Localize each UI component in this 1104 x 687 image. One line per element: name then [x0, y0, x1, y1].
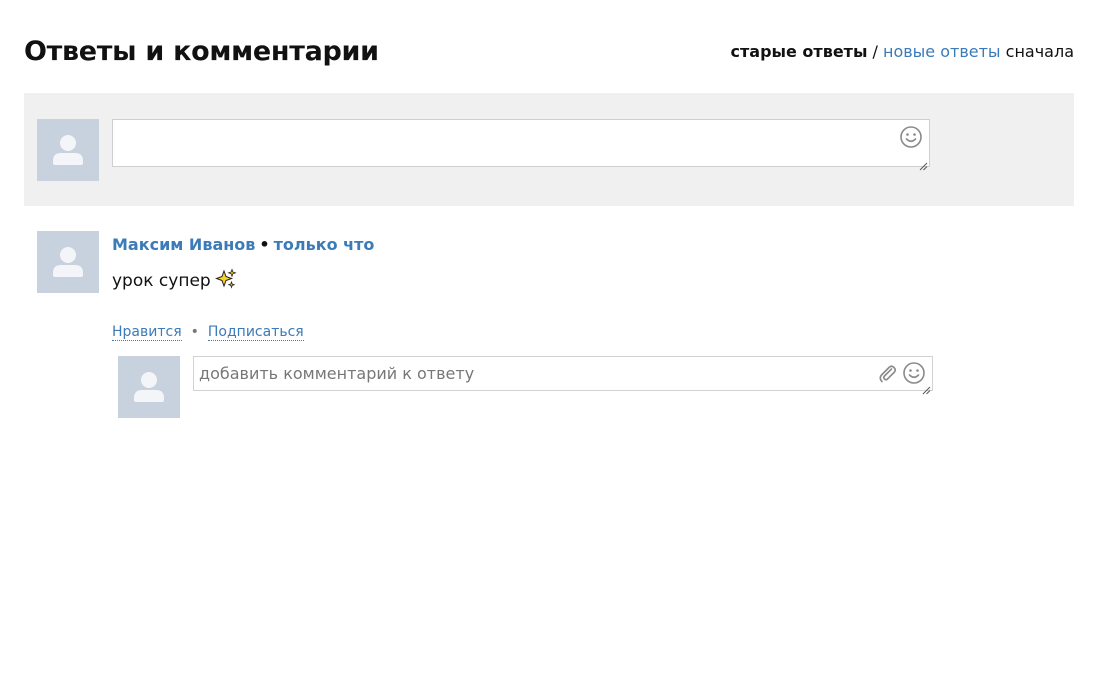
user-avatar-icon	[37, 119, 99, 181]
comments-header: Ответы и комментарии старые ответы / нов…	[24, 34, 1074, 74]
answer-textarea[interactable]	[112, 119, 930, 171]
answer-meta: Максим Иванов • только что	[112, 235, 374, 254]
sort-suffix: сначала	[1000, 42, 1074, 61]
author-avatar-icon	[37, 231, 99, 293]
sort-newest-link[interactable]: новые ответы	[883, 42, 1001, 61]
answer-text: урок супер	[112, 268, 237, 295]
answer-text-content: урок супер	[112, 271, 211, 291]
meta-separator: •	[259, 235, 270, 254]
reply-avatar-icon	[118, 356, 180, 418]
resize-handle-icon[interactable]	[919, 156, 928, 171]
new-answer-form	[24, 93, 1074, 206]
reply-comment-input[interactable]	[193, 356, 933, 391]
smiley-icon[interactable]	[899, 125, 923, 149]
paperclip-icon[interactable]	[876, 362, 898, 384]
sort-oldest-active: старые ответы	[730, 42, 868, 61]
subscribe-link[interactable]: Подписаться	[207, 324, 304, 341]
like-link[interactable]: Нравится	[112, 324, 182, 341]
actions-separator: •	[190, 324, 199, 340]
answer-actions: Нравится • Подписаться	[112, 324, 304, 341]
sort-switch: старые ответы / новые ответы сначала	[731, 42, 1074, 61]
reply-resize-handle-icon[interactable]	[922, 380, 931, 395]
sort-separator: /	[867, 42, 883, 61]
answer-time-link[interactable]: только что	[274, 235, 375, 254]
author-name-link[interactable]: Максим Иванов	[112, 235, 255, 254]
page-title: Ответы и комментарии	[24, 36, 379, 67]
sparkles-icon	[214, 268, 237, 295]
